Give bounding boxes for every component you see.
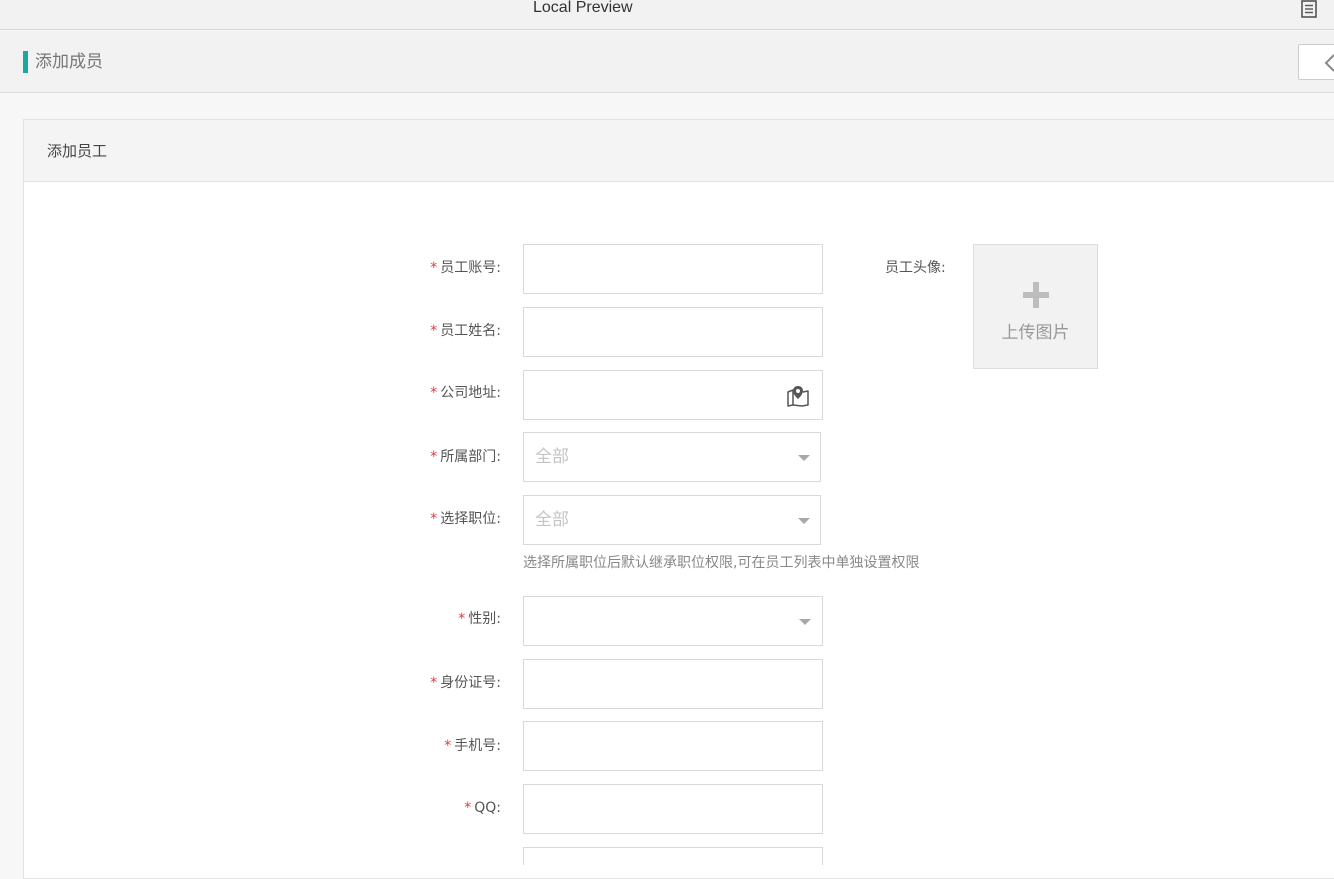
next-field-input[interactable] bbox=[523, 847, 823, 865]
phone-input[interactable] bbox=[523, 721, 823, 771]
window-titlebar: Local Preview bbox=[0, 0, 1334, 30]
address-input[interactable] bbox=[523, 370, 823, 420]
name-input[interactable] bbox=[523, 307, 823, 357]
accent-bar bbox=[23, 51, 28, 73]
document-list-icon[interactable] bbox=[1300, 0, 1318, 18]
gender-select[interactable] bbox=[523, 596, 823, 646]
department-select[interactable]: 全部 bbox=[523, 432, 821, 482]
chevron-left-icon bbox=[1324, 54, 1334, 72]
name-label-text: 员工姓名: bbox=[440, 323, 501, 339]
department-label: * 所属部门: bbox=[430, 447, 501, 467]
required-mark: * bbox=[464, 800, 472, 816]
address-label: * 公司地址: bbox=[430, 383, 501, 403]
required-mark: * bbox=[430, 385, 438, 401]
idcard-input[interactable] bbox=[523, 659, 823, 709]
qq-label-text: QQ: bbox=[474, 800, 501, 816]
gender-label-text: 性别: bbox=[468, 611, 501, 627]
caret-down-icon bbox=[798, 455, 810, 461]
account-label: * 员工账号: bbox=[430, 258, 501, 278]
panel-header: 添加员工 bbox=[24, 120, 1334, 182]
required-mark: * bbox=[430, 323, 438, 339]
plus-icon-vertical bbox=[1033, 282, 1039, 308]
avatar-label: 员工头像: bbox=[885, 260, 946, 276]
position-hint: 选择所属职位后默认继承职位权限,可在员工列表中单独设置权限 bbox=[523, 555, 920, 571]
position-label-text: 选择职位: bbox=[440, 511, 501, 527]
account-input[interactable] bbox=[523, 244, 823, 294]
required-mark: * bbox=[430, 260, 438, 276]
required-mark: * bbox=[430, 449, 438, 465]
caret-down-icon bbox=[799, 619, 811, 625]
position-label: * 选择职位: bbox=[430, 509, 501, 529]
gender-label: * 性别: bbox=[458, 609, 501, 629]
required-mark: * bbox=[444, 738, 452, 754]
caret-down-icon bbox=[798, 518, 810, 524]
phone-label-text: 手机号: bbox=[454, 738, 501, 754]
back-button[interactable] bbox=[1298, 44, 1334, 80]
page-title: 添加成员 bbox=[35, 52, 103, 72]
panel-title: 添加员工 bbox=[47, 142, 108, 160]
phone-label: * 手机号: bbox=[444, 736, 501, 756]
required-mark: * bbox=[458, 611, 466, 627]
address-label-text: 公司地址: bbox=[440, 385, 501, 401]
upload-avatar-button[interactable]: 上传图片 bbox=[973, 244, 1098, 369]
qq-label: * QQ: bbox=[464, 798, 501, 818]
account-label-text: 员工账号: bbox=[440, 260, 501, 276]
map-pin-icon[interactable] bbox=[786, 384, 810, 408]
required-mark: * bbox=[430, 511, 438, 527]
name-label: * 员工姓名: bbox=[430, 321, 501, 341]
window-title: Local Preview bbox=[533, 0, 633, 16]
page-header: 添加成员 bbox=[0, 31, 1334, 93]
required-mark: * bbox=[430, 675, 438, 691]
department-label-text: 所属部门: bbox=[440, 449, 501, 465]
qq-input[interactable] bbox=[523, 784, 823, 834]
position-select[interactable]: 全部 bbox=[523, 495, 821, 545]
idcard-label-text: 身份证号: bbox=[440, 675, 501, 691]
idcard-label: * 身份证号: bbox=[430, 673, 501, 693]
position-select-value: 全部 bbox=[535, 510, 569, 530]
upload-text: 上传图片 bbox=[1001, 323, 1070, 343]
department-select-value: 全部 bbox=[535, 447, 569, 467]
